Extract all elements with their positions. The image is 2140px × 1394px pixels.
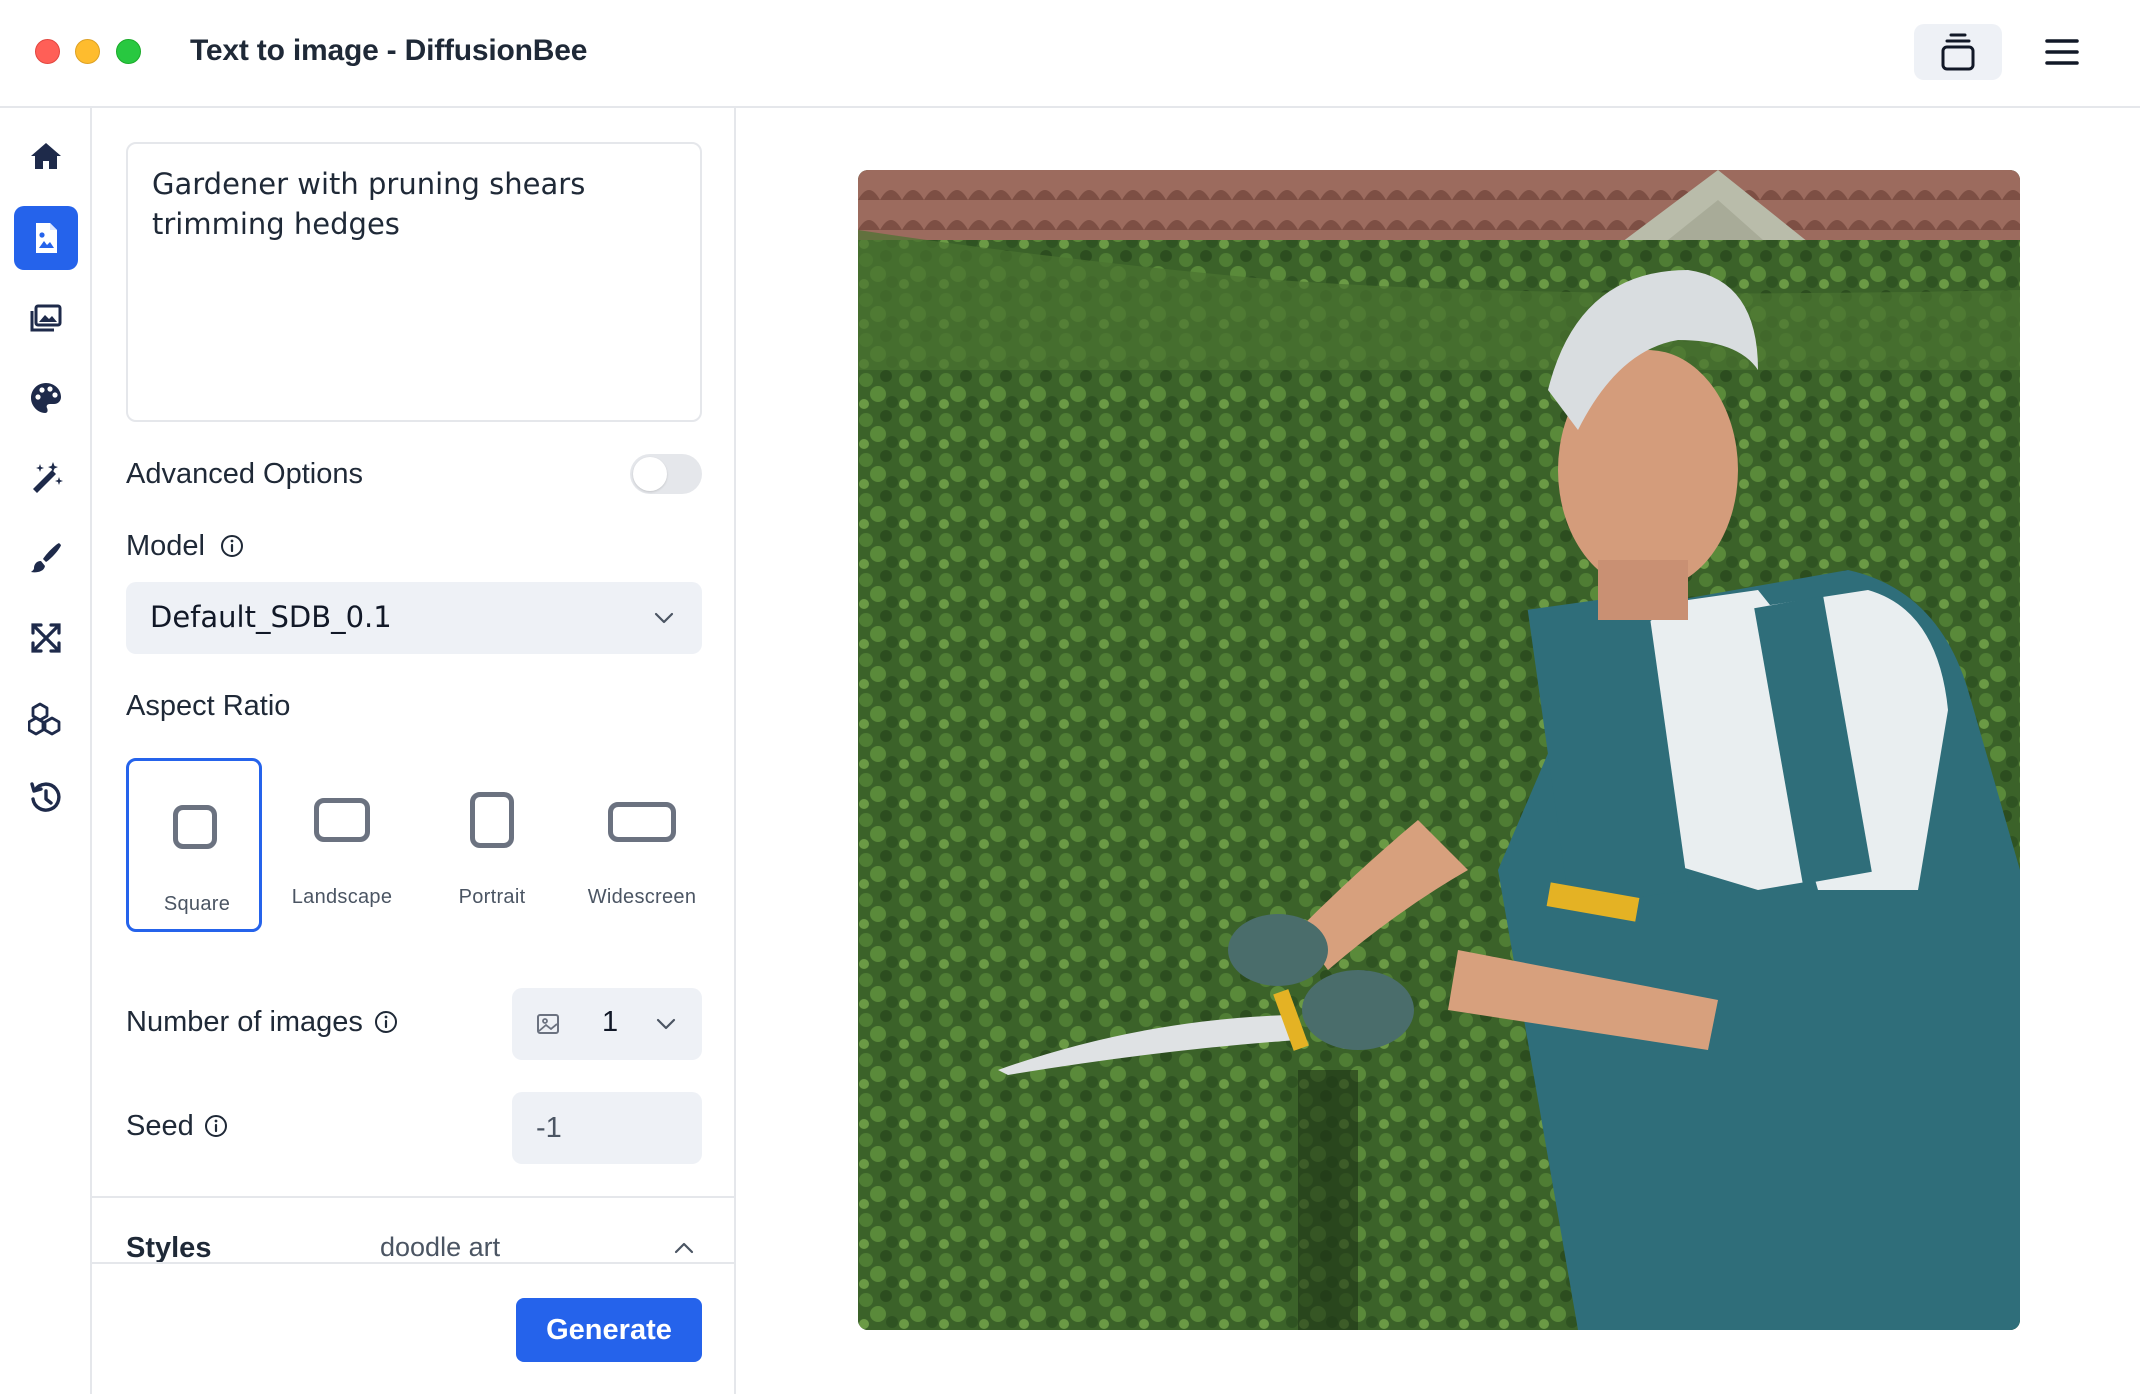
window-title: Text to image - DiffusionBee — [190, 34, 588, 67]
text-to-image-icon — [36, 223, 57, 253]
styles-label: Styles — [126, 1232, 212, 1264]
number-of-images-label: Number of images — [126, 1006, 363, 1038]
upscale-icon — [31, 623, 61, 653]
stack-icon — [1941, 33, 1975, 71]
section-divider — [92, 1262, 736, 1264]
nav-inpaint[interactable] — [14, 526, 78, 590]
widescreen-shape-icon — [608, 802, 676, 842]
app-window: Text to image - DiffusionBee Gardener wi… — [0, 0, 2140, 1394]
zoom-window-button[interactable] — [116, 39, 141, 64]
nav-rail — [0, 108, 92, 1394]
aspect-landscape-option[interactable]: Landscape — [274, 758, 410, 932]
toggle-knob — [633, 457, 667, 491]
aspect-square-option[interactable]: Square — [126, 758, 262, 932]
generated-image-illustration — [858, 170, 2020, 1330]
palette-icon — [31, 383, 61, 413]
nav-upscale[interactable] — [14, 606, 78, 670]
aspect-option-label: Widescreen — [587, 886, 697, 908]
prompt-textarea[interactable]: Gardener with pruning shears trimming he… — [126, 142, 702, 422]
stack-button[interactable] — [1914, 24, 2002, 80]
seed-info-icon[interactable] — [204, 1114, 228, 1138]
aspect-widescreen-option[interactable]: Widescreen — [574, 758, 710, 932]
magic-wand-icon — [33, 462, 63, 493]
model-info-icon[interactable] — [220, 534, 244, 558]
seed-input-value: -1 — [536, 1112, 562, 1144]
section-divider — [92, 1196, 736, 1198]
models-icon — [28, 702, 61, 736]
nav-history[interactable] — [14, 766, 78, 830]
nav-image-to-image[interactable] — [14, 286, 78, 350]
image-to-image-icon — [30, 304, 62, 332]
generated-image[interactable] — [858, 170, 2020, 1330]
chevron-down-icon — [654, 612, 674, 624]
seed-input[interactable]: -1 — [512, 1092, 702, 1164]
number-of-images-info-icon[interactable] — [374, 1010, 398, 1034]
advanced-options-label: Advanced Options — [126, 458, 363, 490]
minimize-window-button[interactable] — [75, 39, 100, 64]
title-bar: Text to image - DiffusionBee — [0, 0, 2140, 108]
aspect-option-label: Landscape — [291, 886, 393, 908]
nav-text-to-image[interactable] — [14, 206, 78, 270]
chevron-down-icon — [656, 1018, 676, 1030]
nav-home[interactable] — [14, 124, 78, 188]
model-select[interactable]: Default_SDB_0.1 — [126, 582, 702, 654]
seed-label: Seed — [126, 1110, 194, 1142]
model-label: Model — [126, 530, 205, 562]
advanced-options-toggle[interactable] — [630, 454, 702, 494]
chevron-up-icon[interactable] — [672, 1236, 696, 1260]
hamburger-menu-icon — [2045, 39, 2079, 65]
aspect-option-label: Portrait — [458, 886, 526, 908]
number-of-images-value: 1 — [602, 1006, 619, 1038]
nav-models[interactable] — [14, 686, 78, 750]
close-window-button[interactable] — [35, 39, 60, 64]
number-of-images-select[interactable]: 1 — [512, 988, 702, 1060]
image-count-icon — [537, 1014, 559, 1034]
landscape-shape-icon — [314, 798, 370, 842]
aspect-option-label: Square — [163, 893, 231, 915]
home-icon — [31, 143, 61, 169]
result-area — [738, 108, 2140, 1394]
model-select-value: Default_SDB_0.1 — [150, 600, 392, 634]
options-panel: Gardener with pruning shears trimming he… — [92, 108, 736, 1394]
generate-button[interactable]: Generate — [516, 1298, 702, 1362]
nav-styles[interactable] — [14, 366, 78, 430]
menu-button[interactable] — [2040, 30, 2084, 74]
aspect-portrait-option[interactable]: Portrait — [424, 758, 560, 932]
aspect-ratio-label: Aspect Ratio — [126, 690, 291, 722]
history-icon — [30, 782, 61, 812]
nav-magic[interactable] — [14, 446, 78, 510]
styles-value[interactable]: doodle art — [380, 1232, 500, 1263]
portrait-shape-icon — [470, 792, 514, 848]
brush-icon — [31, 543, 61, 573]
square-shape-icon — [173, 805, 217, 849]
